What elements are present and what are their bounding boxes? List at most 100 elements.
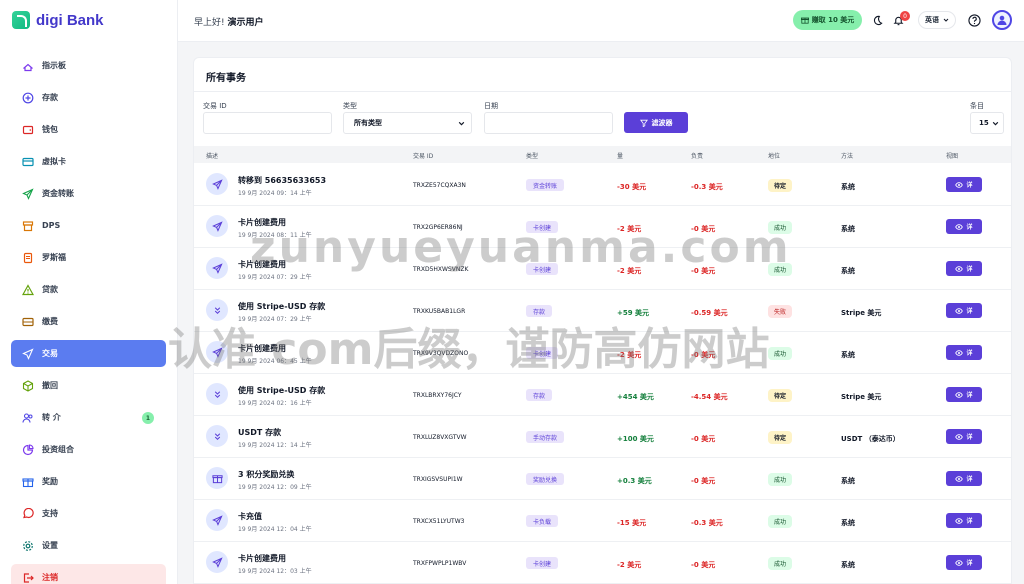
chevrons-down-icon — [214, 432, 220, 440]
status-badge: 成功 — [768, 473, 793, 486]
sidebar-item-14[interactable]: 支持 — [11, 500, 166, 527]
eye-icon — [955, 559, 964, 566]
txid-filter-input[interactable] — [203, 112, 332, 134]
earn-button[interactable]: 赚取 10 美元 — [793, 10, 862, 30]
eye-icon — [955, 349, 964, 356]
language-select[interactable]: 英语 — [918, 11, 956, 29]
transaction-id: TRXLBRXY76JCY — [413, 392, 462, 399]
view-label: 详 — [966, 518, 973, 525]
sidebar-item-15[interactable]: 设置 — [11, 532, 166, 559]
transaction-fee: -0 美元 — [691, 267, 716, 275]
sidebar-item-5[interactable]: DPS — [11, 212, 166, 239]
view-details-button[interactable]: 详 — [946, 387, 982, 402]
transaction-type-icon — [206, 299, 228, 321]
app-logo[interactable]: digi Bank — [0, 0, 177, 40]
sidebar-item-7[interactable]: 贷款 — [11, 276, 166, 303]
gear-icon — [23, 540, 33, 551]
document-icon — [23, 252, 33, 263]
sidebar-item-10[interactable]: 撤回 — [11, 372, 166, 399]
view-details-button[interactable]: 详 — [946, 345, 982, 360]
view-label: 详 — [966, 308, 973, 315]
transaction-fee: -0 美元 — [691, 351, 716, 359]
txid-filter-label: 交易 ID — [203, 102, 227, 110]
view-details-button[interactable]: 详 — [946, 219, 982, 234]
type-filter-label: 类型 — [343, 102, 357, 110]
transaction-amount: +454 美元 — [617, 393, 654, 401]
table-row: 卡片创建费用 19 9月 2024 06：45 上午 TRX9V3QVDZONO 卡创… — [194, 332, 1011, 374]
user-icon — [997, 15, 1007, 25]
sidebar-item-11[interactable]: 转 介 1 — [11, 404, 166, 431]
sidebar-item-icon — [22, 124, 34, 136]
date-filter-input[interactable] — [484, 112, 613, 134]
sidebar-item-label: 撤回 — [42, 381, 58, 390]
sidebar-item-icon — [22, 379, 34, 392]
transaction-amount: -2 美元 — [617, 225, 642, 233]
pie-icon — [22, 443, 34, 455]
transaction-description: 卡片创建费用 — [238, 218, 286, 227]
sidebar-item-6[interactable]: 罗斯福 — [11, 244, 166, 271]
view-details-button[interactable]: 详 — [946, 303, 982, 318]
transaction-fee: -0.3 美元 — [691, 183, 723, 191]
transaction-id: TRXFPWPLP1WBV — [413, 560, 467, 567]
sidebar-item-16[interactable]: 注销 — [11, 564, 166, 584]
transaction-description: 使用 Stripe-USD 存款 — [238, 386, 326, 395]
sidebar-item-label: 指示板 — [42, 61, 66, 70]
view-details-button[interactable]: 详 — [946, 429, 982, 444]
sidebar-item-label: 钱包 — [42, 125, 58, 134]
help-button[interactable] — [967, 13, 981, 27]
view-details-button[interactable]: 详 — [946, 513, 982, 528]
transaction-amount: +100 美元 — [617, 435, 654, 443]
sidebar-item-3[interactable]: 虚拟卡 — [11, 148, 166, 175]
sidebar-item-13[interactable]: 奖励 — [11, 468, 166, 495]
table-row: 卡片创建费用 19 9月 2024 08：11 上午 TRX2GP6ER86NJ 卡创… — [194, 206, 1011, 248]
dark-mode-toggle[interactable] — [870, 13, 884, 27]
transaction-date: 19 9月 2024 12：04 上午 — [238, 526, 312, 533]
view-label: 详 — [966, 266, 973, 273]
view-details-button[interactable]: 详 — [946, 555, 982, 570]
transaction-type-icon — [206, 425, 228, 447]
avatar[interactable] — [992, 10, 1012, 30]
sidebar-item-4[interactable]: 资金转账 — [11, 180, 166, 207]
table-row: 使用 Stripe-USD 存款 19 9月 2024 07：29 上午 TRXKU… — [194, 290, 1011, 332]
view-details-button[interactable]: 详 — [946, 177, 982, 192]
filter-button[interactable]: 滤波器 — [624, 112, 688, 133]
sidebar-item-12[interactable]: 投资组合 — [11, 436, 166, 463]
card-icon — [22, 157, 34, 166]
transaction-fee: -0 美元 — [691, 435, 716, 443]
type-badge: 手动存款 — [526, 431, 565, 443]
view-label: 详 — [966, 392, 973, 399]
transaction-type-icon — [206, 467, 228, 489]
transaction-method: 系统 — [841, 267, 855, 275]
sidebar-item-label: 注销 — [42, 573, 58, 582]
bill-icon — [22, 317, 34, 326]
sidebar-item-icon — [22, 156, 34, 168]
gift-icon — [22, 477, 34, 487]
transaction-date: 19 9月 2024 09：14 上午 — [238, 190, 312, 197]
sidebar-item-1[interactable]: 存款 — [11, 84, 166, 111]
sidebar-item-8[interactable]: 缴费 — [11, 308, 166, 335]
transaction-type-icon — [206, 383, 228, 405]
user-name: 演示用户 — [227, 18, 264, 28]
view-details-button[interactable]: 详 — [946, 471, 982, 486]
help-icon — [967, 13, 981, 27]
column-header-7: 视图 — [946, 153, 959, 160]
sidebar-item-0[interactable]: 指示板 — [11, 52, 166, 79]
transaction-type-icon — [206, 341, 228, 363]
transaction-method: Stripe 美元 — [841, 309, 882, 317]
warning-icon — [22, 283, 34, 295]
sidebar-item-9[interactable]: 交易 — [11, 340, 166, 367]
transaction-description: 使用 Stripe-USD 存款 — [238, 302, 326, 311]
view-label: 详 — [966, 476, 973, 483]
sidebar-item-label: 贷款 — [42, 285, 58, 294]
type-badge: 奖励兑换 — [526, 473, 565, 485]
send-icon — [211, 178, 223, 190]
view-details-button[interactable]: 详 — [946, 261, 982, 276]
type-badge: 卡负载 — [526, 515, 559, 527]
type-filter-select[interactable]: 所有类型 — [343, 112, 472, 134]
language-value: 英语 — [925, 16, 939, 24]
notification-badge: 0 — [900, 11, 910, 21]
sidebar-item-2[interactable]: 钱包 — [11, 116, 166, 143]
transaction-description: 3 积分奖励兑换 — [238, 470, 295, 479]
entries-select[interactable]: 15 — [970, 112, 1004, 134]
transaction-id: TRXKU5BAB1LGR — [413, 308, 466, 315]
